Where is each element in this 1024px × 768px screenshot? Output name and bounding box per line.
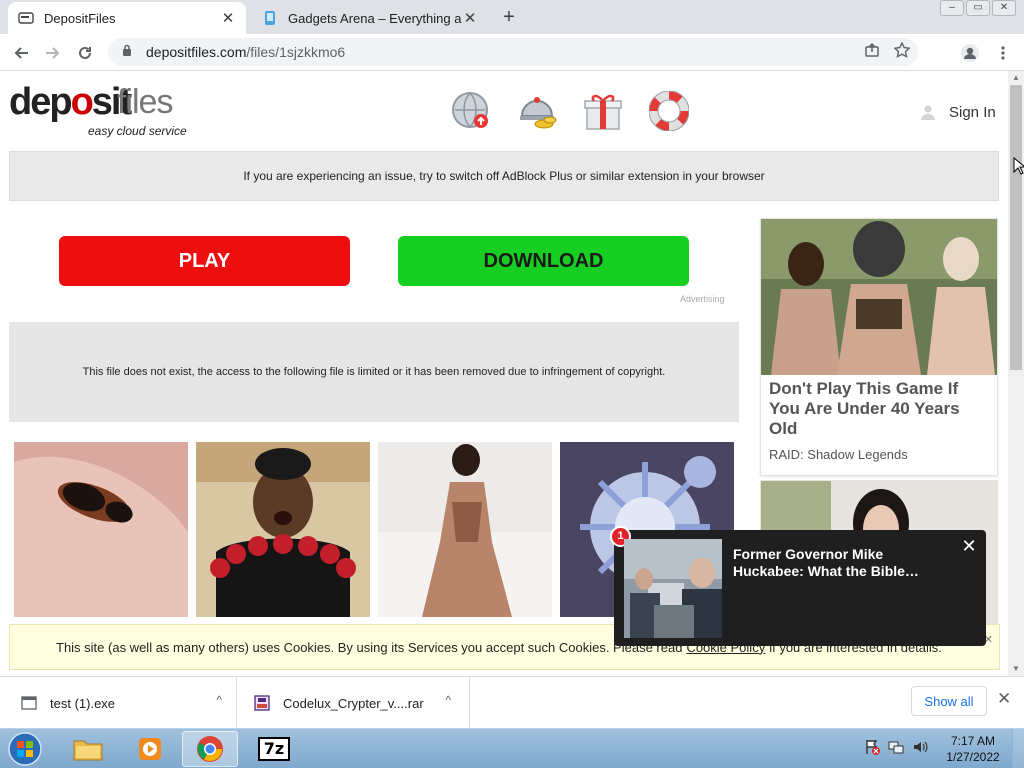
scroll-up-arrow-icon[interactable]: ▲ bbox=[1008, 71, 1024, 85]
thumbnail-ad-woman-dress[interactable] bbox=[378, 442, 552, 617]
url-path: /files/1sjzkkmo6 bbox=[246, 44, 346, 60]
popup-close-button[interactable]: ✕ bbox=[959, 536, 979, 556]
taskbar-7zip[interactable]: 7z bbox=[246, 731, 302, 767]
user-icon bbox=[921, 105, 935, 120]
profile-button[interactable] bbox=[957, 40, 983, 66]
show-desktop-button[interactable] bbox=[1012, 729, 1024, 768]
clock-time: 7:17 AM bbox=[950, 734, 996, 748]
ad-image bbox=[761, 219, 997, 375]
logo-word-deposit: deposit bbox=[9, 81, 132, 123]
downloads-bar: test (1).exe ^ Codelux_Crypter_v....rar … bbox=[0, 676, 1024, 729]
popup-image bbox=[624, 539, 722, 638]
tab-title: DepositFiles bbox=[44, 10, 116, 26]
tab-depositfiles[interactable]: DepositFiles ✕ bbox=[8, 2, 246, 34]
cookie-text: This site (as well as many others) uses … bbox=[56, 639, 683, 655]
download-item-rar[interactable]: Codelux_Crypter_v....rar ^ bbox=[237, 677, 470, 729]
sign-in-link[interactable]: Sign In bbox=[919, 103, 996, 121]
menu-button[interactable] bbox=[990, 40, 1016, 66]
lock-icon bbox=[122, 44, 136, 60]
tab-strip: DepositFiles ✕ Gadgets Arena – Everythin… bbox=[0, 0, 1024, 34]
7zip-icon: 7z bbox=[258, 737, 290, 761]
advertising-label: Advertising bbox=[680, 294, 725, 304]
download-filename: Codelux_Crypter_v....rar bbox=[283, 695, 424, 711]
close-downloads-bar-button[interactable]: ✕ bbox=[997, 689, 1011, 709]
download-item-exe[interactable]: test (1).exe ^ bbox=[0, 677, 237, 729]
taskbar-media-player[interactable] bbox=[122, 731, 178, 767]
system-tray bbox=[864, 739, 928, 758]
reload-icon bbox=[79, 46, 91, 59]
forward-arrow-icon bbox=[46, 47, 60, 59]
network-icon[interactable] bbox=[888, 739, 904, 758]
exe-file-icon bbox=[20, 694, 38, 712]
tab-title: Gadgets Arena – Everything abo bbox=[288, 10, 462, 26]
back-arrow-icon bbox=[14, 47, 28, 59]
show-all-downloads-button[interactable]: Show all bbox=[911, 686, 987, 716]
mouse-cursor-icon bbox=[1013, 156, 1024, 180]
kebab-menu-icon bbox=[1001, 46, 1005, 60]
scrollbar-thumb[interactable] bbox=[1010, 85, 1022, 370]
lifebuoy-icon[interactable] bbox=[647, 89, 691, 133]
adblock-notice-text: If you are experiencing an issue, try to… bbox=[243, 169, 765, 183]
browser-toolbar: depositfiles.com/files/1sjzkkmo6 bbox=[0, 34, 1024, 71]
play-button[interactable]: PLAY bbox=[59, 236, 350, 286]
omnibox-actions bbox=[864, 41, 911, 62]
popup-headline: Former Governor Mike Huckabee: What the … bbox=[733, 546, 919, 579]
rar-file-icon bbox=[253, 694, 271, 712]
gold-coins-icon[interactable] bbox=[515, 89, 559, 133]
url-host: depositfiles.com bbox=[146, 44, 247, 60]
tab-close-icon[interactable]: ✕ bbox=[462, 9, 478, 27]
profile-avatar-icon bbox=[961, 44, 979, 62]
thumbnail-ad-man-flowers[interactable] bbox=[196, 442, 370, 617]
gadgets-favicon-icon bbox=[262, 10, 278, 26]
taskbar-explorer[interactable] bbox=[60, 731, 116, 767]
system-clock[interactable]: 7:17 AM 1/27/2022 bbox=[944, 733, 1002, 765]
windows-logo-icon bbox=[8, 732, 42, 766]
minimize-button[interactable]: – bbox=[940, 0, 964, 16]
start-button[interactable] bbox=[4, 730, 46, 768]
download-filename: test (1).exe bbox=[50, 695, 116, 711]
reload-button[interactable] bbox=[72, 40, 98, 66]
logo-tagline: easy cloud service bbox=[88, 124, 187, 138]
clock-date: 1/27/2022 bbox=[946, 750, 1000, 764]
sign-in-label: Sign In bbox=[949, 103, 996, 121]
web-page: deposit files easy cloud service Sign In… bbox=[0, 71, 1008, 676]
new-tab-button[interactable]: + bbox=[498, 6, 520, 28]
file-status-message: This file does not exist, the access to … bbox=[82, 366, 666, 378]
file-status-box: This file does not exist, the access to … bbox=[9, 322, 739, 422]
close-window-button[interactable]: ✕ bbox=[992, 0, 1016, 16]
chevron-up-icon[interactable]: ^ bbox=[216, 693, 222, 707]
sponsored-ad-card[interactable]: Don't Play This Game If You Are Under 40… bbox=[760, 218, 998, 476]
forward-button[interactable] bbox=[40, 40, 66, 66]
ad-source: RAID: Shadow Legends bbox=[769, 447, 908, 462]
ad-headline: Don't Play This Game If You Are Under 40… bbox=[769, 379, 960, 438]
logo-word-files: files bbox=[117, 83, 173, 121]
back-button[interactable] bbox=[8, 40, 34, 66]
adblock-notice: If you are experiencing an issue, try to… bbox=[9, 151, 999, 201]
tab-gadgets-arena[interactable]: Gadgets Arena – Everything abo ✕ bbox=[252, 2, 488, 34]
share-icon[interactable] bbox=[864, 42, 880, 62]
news-popup[interactable]: 1 Former Governor Mike Huckabee: What th… bbox=[610, 526, 986, 646]
header-icons bbox=[449, 89, 691, 133]
chevron-up-icon[interactable]: ^ bbox=[445, 693, 451, 707]
depositfiles-favicon-icon bbox=[18, 10, 34, 26]
download-button[interactable]: DOWNLOAD bbox=[398, 236, 689, 286]
scroll-down-arrow-icon[interactable]: ▼ bbox=[1008, 662, 1024, 676]
tab-close-icon[interactable]: ✕ bbox=[220, 9, 236, 27]
action-center-flag-icon[interactable] bbox=[864, 739, 880, 758]
window-controls: – ▭ ✕ bbox=[940, 0, 1016, 16]
taskbar-chrome[interactable] bbox=[182, 731, 238, 767]
globe-upload-icon[interactable] bbox=[449, 89, 493, 133]
gift-icon[interactable] bbox=[581, 89, 625, 133]
bookmark-star-icon[interactable] bbox=[893, 41, 911, 62]
thumbnail-ad-caterpillar[interactable] bbox=[14, 442, 188, 617]
address-bar[interactable]: depositfiles.com/files/1sjzkkmo6 bbox=[108, 38, 918, 66]
windows-taskbar: 7z 7:17 AM 1/27/2022 bbox=[0, 728, 1024, 768]
media-player-icon bbox=[139, 738, 161, 760]
volume-icon[interactable] bbox=[912, 739, 928, 758]
depositfiles-logo[interactable]: deposit files easy cloud service bbox=[9, 81, 189, 141]
restore-button[interactable]: ▭ bbox=[966, 0, 990, 16]
chrome-icon bbox=[197, 736, 223, 762]
screen: { "browser": { "tabs": [ {"title": "Depo… bbox=[0, 0, 1024, 768]
folder-icon bbox=[73, 740, 103, 761]
